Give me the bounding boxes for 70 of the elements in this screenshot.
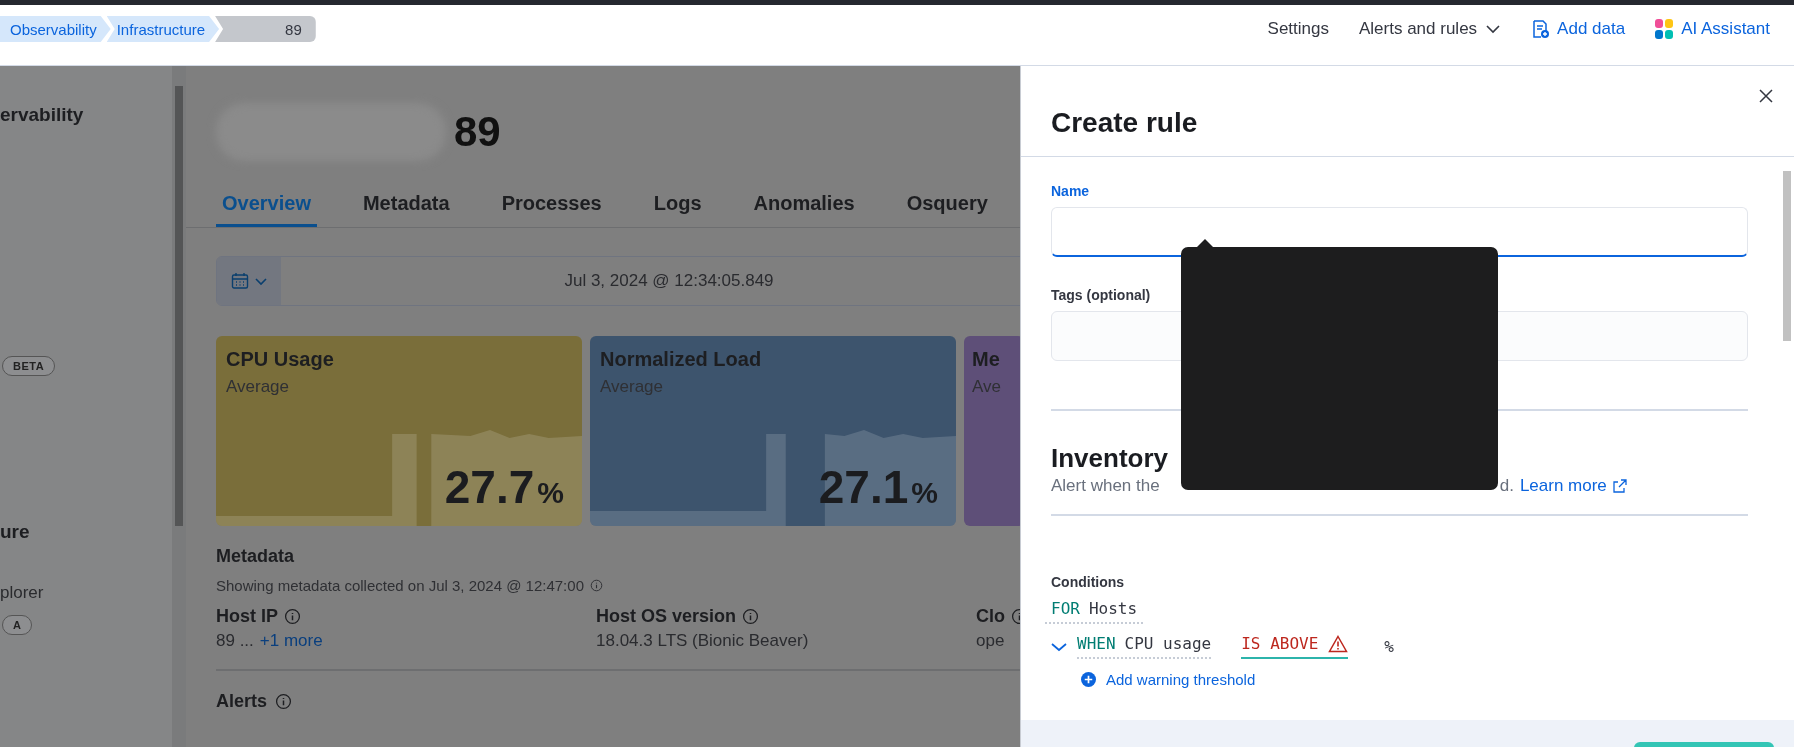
metric-unit: % xyxy=(537,476,564,510)
external-link-icon xyxy=(1612,479,1627,493)
beta-badge: BETA xyxy=(2,356,56,376)
date-value: Jul 3, 2024 @ 12:34:05.849 xyxy=(563,271,775,291)
close-icon xyxy=(1758,88,1774,104)
document-plus-icon xyxy=(1531,20,1550,38)
tab[interactable]: Osquery xyxy=(900,186,994,227)
card-title: CPU Usage xyxy=(226,348,335,371)
section-title: Metadata xyxy=(216,546,296,567)
metadata-note: Showing metadata collected on Jul 3, 2024 @ 12:47:00 xyxy=(216,577,584,594)
calendar-icon xyxy=(231,272,249,290)
info-icon xyxy=(275,693,293,710)
field-value: 18.04.3 LTS (Bionic Beaver) xyxy=(596,631,809,651)
card-title: Me xyxy=(972,348,1001,371)
breadcrumb[interactable]: Infrastructure xyxy=(106,16,220,42)
field-label: Clo xyxy=(976,606,1005,627)
conditions-label: Conditions xyxy=(1051,574,1126,590)
sidebar-heading: ure xyxy=(0,521,30,543)
breadcrumb[interactable]: Observability xyxy=(0,16,111,42)
rule-description: Alert when the xyxy=(1051,476,1160,496)
field-label: Tags (optional) xyxy=(1051,287,1152,303)
field-value: ope xyxy=(976,631,1005,651)
calendar-dropdown-button[interactable] xyxy=(217,257,281,305)
field-label: Host IP xyxy=(216,606,278,627)
field-label: Host OS version xyxy=(596,606,737,627)
field-label: Name xyxy=(1051,183,1091,199)
when-expression[interactable]: WHEN CPU usage xyxy=(1077,634,1212,659)
save-button[interactable] xyxy=(1634,742,1774,747)
learn-more-link[interactable]: Learn more xyxy=(1519,476,1627,496)
section-title: Alerts xyxy=(216,691,268,712)
sidebar-item[interactable]: plorer xyxy=(0,583,44,603)
date-picker[interactable]: Jul 3, 2024 @ 12:34:05.849 xyxy=(216,256,1020,306)
metric-unit: % xyxy=(911,476,938,510)
info-icon xyxy=(742,608,760,625)
tab[interactable]: Anomalies xyxy=(747,186,861,227)
assistant-logo-icon xyxy=(1655,19,1674,39)
card-subtitle: Average xyxy=(226,377,290,397)
tab[interactable]: Logs xyxy=(647,186,708,227)
add-threshold-link[interactable]: Add warning threshold xyxy=(1081,671,1256,688)
card-subtitle: Ave xyxy=(972,377,1002,397)
chevron-down-icon xyxy=(255,275,267,287)
info-icon xyxy=(284,608,301,625)
info-icon xyxy=(590,579,603,592)
more-link[interactable]: +1 more xyxy=(259,631,323,651)
unit-label: % xyxy=(1384,637,1394,656)
rule-type-title: Inventory xyxy=(1051,443,1170,474)
card-subtitle: Average xyxy=(600,377,664,397)
name-input-field[interactable] xyxy=(1051,207,1748,257)
beta-badge: A xyxy=(2,615,33,635)
tab[interactable]: Metadata xyxy=(356,186,456,227)
sidebar-heading: ervability xyxy=(0,104,84,126)
card-title: Normalized Load xyxy=(600,348,763,371)
breadcrumb[interactable]: 89 xyxy=(215,16,316,42)
add-data-button[interactable]: Add data xyxy=(1531,19,1626,39)
settings-link[interactable]: Settings xyxy=(1267,19,1329,39)
flyout-title: Create rule xyxy=(1051,107,1198,139)
metric-value: 27.1 xyxy=(818,460,909,514)
scrollbar-thumb[interactable] xyxy=(175,86,183,526)
threshold-expression[interactable]: IS ABOVE xyxy=(1241,634,1349,659)
ai-assistant-button[interactable]: AI Assistant xyxy=(1655,19,1770,39)
plus-circle-icon xyxy=(1081,672,1096,687)
alerts-menu-button[interactable]: Alerts and rules xyxy=(1359,19,1502,39)
metric-value: 27.7 xyxy=(444,460,535,514)
host-title: 89 xyxy=(454,108,501,156)
warning-icon xyxy=(1328,634,1349,653)
field-value: 89 ... xyxy=(216,631,254,651)
scrollbar-thumb[interactable] xyxy=(1783,171,1791,341)
rule-description: d. xyxy=(1499,476,1514,496)
tab[interactable]: Processes xyxy=(495,186,608,227)
for-expression[interactable]: FOR Hosts xyxy=(1045,598,1144,624)
